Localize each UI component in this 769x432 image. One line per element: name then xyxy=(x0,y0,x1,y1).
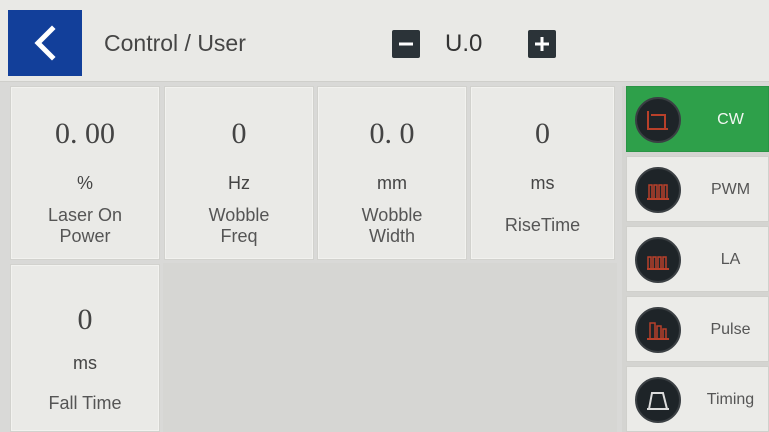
mode-pulse-label: Pulse xyxy=(710,321,751,338)
wobble-width-tile[interactable]: 0. 0 mm Wobble Width xyxy=(317,86,467,260)
plus-icon xyxy=(535,37,549,51)
mode-la-label: LA xyxy=(720,251,741,268)
rise-time-value: 0 xyxy=(535,117,550,150)
rise-time-tile[interactable]: 0 ms RiseTime xyxy=(470,86,615,260)
decrement-button[interactable] xyxy=(392,30,420,58)
mode-la-button[interactable]: LA xyxy=(626,226,769,292)
unit-value-display: U.0 xyxy=(445,30,483,57)
mode-timing-button[interactable]: Timing xyxy=(626,366,769,432)
wobble-freq-label: Wobble Freq xyxy=(208,205,270,246)
wobble-width-value: 0. 0 xyxy=(369,117,415,150)
mode-timing-label: Timing xyxy=(706,391,755,408)
laser-power-tile[interactable]: 0. 00 % Laser On Power xyxy=(10,86,160,260)
minus-icon xyxy=(399,42,413,46)
mode-pwm-button[interactable]: PWM xyxy=(626,156,769,222)
timing-waveform-icon xyxy=(635,377,681,423)
laser-power-label: Laser On Power xyxy=(47,205,123,246)
increment-button[interactable] xyxy=(528,30,556,58)
wobble-freq-tile[interactable]: 0 Hz Wobble Freq xyxy=(164,86,314,260)
mode-selector: CW PWM LA Pulse Timing xyxy=(622,86,769,432)
empty-panel xyxy=(163,263,617,432)
wobble-freq-value: 0 xyxy=(231,117,247,150)
mode-cw-button[interactable]: CW xyxy=(626,86,769,152)
back-button[interactable] xyxy=(8,10,82,76)
fall-time-tile[interactable]: 0 ms Fall Time xyxy=(10,264,160,432)
page-title: Control / User xyxy=(104,30,246,56)
chevron-left-icon xyxy=(34,25,56,61)
mode-cw-label: CW xyxy=(717,111,744,128)
rise-time-label: RiseTime xyxy=(504,215,581,235)
laser-power-value: 0. 00 xyxy=(55,117,115,150)
wobble-freq-unit: Hz xyxy=(228,173,250,193)
fall-time-label: Fall Time xyxy=(48,393,122,413)
pulse-waveform-icon xyxy=(635,307,681,353)
mode-pwm-label: PWM xyxy=(710,181,751,198)
header-bar: Control / User U.0 xyxy=(0,0,769,82)
cw-waveform-icon xyxy=(635,97,681,143)
fall-time-unit: ms xyxy=(73,353,97,373)
rise-time-unit: ms xyxy=(530,173,555,193)
wobble-width-label: Wobble Width xyxy=(361,205,423,246)
pwm-waveform-icon xyxy=(635,167,681,213)
la-waveform-icon xyxy=(635,237,681,283)
laser-power-unit: % xyxy=(76,173,93,193)
mode-pulse-button[interactable]: Pulse xyxy=(626,296,769,362)
fall-time-value: 0 xyxy=(77,303,93,336)
wobble-width-unit: mm xyxy=(377,173,407,193)
